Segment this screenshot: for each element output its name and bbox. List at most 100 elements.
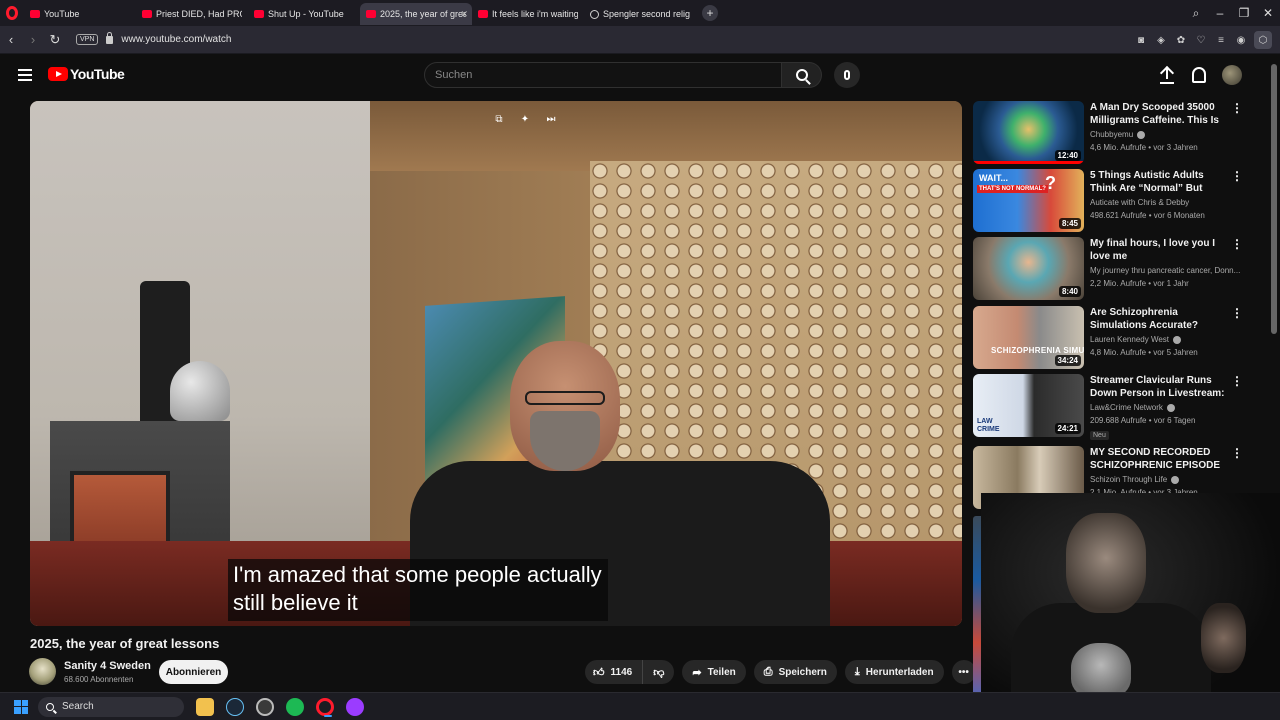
menu-icon[interactable]	[18, 69, 32, 81]
miniplayer-icon[interactable]: ⧉	[492, 112, 506, 126]
recommendation-item[interactable]: SCHIZOPHRENIA SIMULATIC 34:24 Are Schizo…	[973, 306, 1245, 370]
recommendation-title[interactable]: My final hours, I love you I love me	[1090, 237, 1230, 263]
video-player[interactable]: ⧉ ✦ ⏭	[30, 101, 962, 626]
dislike-button[interactable]: 👎︎	[643, 660, 674, 684]
search-box	[424, 62, 822, 88]
share-button[interactable]: ➦ Teilen	[682, 660, 746, 684]
video-thumbnail[interactable]: SCHIZOPHRENIA SIMULATIC 34:24	[973, 306, 1084, 369]
youtube-favicon-icon	[478, 10, 488, 18]
back-arrow-icon[interactable]: ‹	[0, 32, 22, 47]
more-actions-button[interactable]: •••	[951, 660, 976, 684]
recommendation-title[interactable]: 5 Things Autistic Adults Think Are “Norm…	[1090, 169, 1230, 196]
profile-icon[interactable]: ◉	[1234, 35, 1248, 46]
more-vert-icon[interactable]: ⋮	[1231, 170, 1243, 182]
minimize-icon[interactable]: –	[1208, 6, 1232, 20]
more-vert-icon[interactable]: ⋮	[1231, 375, 1243, 387]
tab-1[interactable]: Priest DIED, Had PROFOUN	[136, 3, 248, 25]
search-input[interactable]	[424, 62, 782, 88]
recommendation-item[interactable]: 8:40 My final hours, I love you I love m…	[973, 237, 1245, 301]
recommendation-channel[interactable]: Chubbyemu	[1090, 130, 1240, 139]
video-thumbnail[interactable]: 12:40	[973, 101, 1084, 164]
tab-label: It feels like i'm waiting to	[492, 9, 578, 19]
recommendation-title[interactable]: A Man Dry Scooped 35000 Milligrams Caffe…	[1090, 101, 1230, 128]
more-vert-icon[interactable]: ⋮	[1231, 102, 1243, 114]
speaker-glasses	[525, 391, 605, 405]
channel-label: Law&Crime Network	[1090, 403, 1163, 412]
channel-name[interactable]: Sanity 4 Sweden	[64, 660, 151, 672]
video-thumbnail[interactable]: 8:40	[973, 237, 1084, 300]
shield-icon[interactable]: ◈	[1154, 35, 1168, 46]
list-icon[interactable]: ≡	[1214, 35, 1228, 46]
lock-icon[interactable]	[106, 31, 114, 44]
new-tab-plus-icon[interactable]: +	[702, 5, 718, 21]
video-thumbnail[interactable]: LAW CRIME 24:21	[973, 374, 1084, 437]
vpn-badge[interactable]: VPN	[76, 34, 99, 45]
youtube-favicon-icon	[366, 10, 376, 18]
more-vert-icon[interactable]: ⋮	[1231, 238, 1243, 250]
watch-progress-bar	[973, 161, 1084, 164]
more-vert-icon[interactable]: ⋮	[1231, 307, 1243, 319]
recommendation-item[interactable]: 12:40 A Man Dry Scooped 35000 Milligrams…	[973, 101, 1245, 165]
url-field[interactable]: www.youtube.com/watch	[121, 34, 231, 45]
download-label: Herunterladen	[865, 666, 934, 678]
opera-browser-icon[interactable]	[316, 697, 334, 717]
recommendation-title[interactable]: MY SECOND RECORDED SCHIZOPHRENIC EPISODE	[1090, 446, 1230, 472]
tab-4[interactable]: It feels like i'm waiting to	[472, 3, 584, 25]
youtube-play-icon	[48, 67, 68, 81]
youtube-logo[interactable]: YouTube	[48, 66, 125, 82]
sparkle-icon[interactable]: ✦	[518, 112, 532, 126]
heart-icon[interactable]: ♡	[1194, 35, 1208, 46]
recommendation-channel[interactable]: Schizoin Through Life	[1090, 475, 1240, 484]
upload-icon[interactable]	[1158, 65, 1176, 85]
cube-extension-icon[interactable]: ⬡	[1254, 31, 1272, 49]
account-avatar[interactable]	[1222, 65, 1242, 85]
screen: YouTube Priest DIED, Had PROFOUN Shut Up…	[0, 0, 1280, 720]
video-thumbnail[interactable]: WAIT... THAT'S NOT NORMAL? ? 8:45	[973, 169, 1084, 232]
close-window-icon[interactable]: ✕	[1256, 6, 1280, 20]
notifications-bell-icon[interactable]	[1192, 67, 1206, 83]
like-button[interactable]: 👍︎ 1146	[585, 660, 644, 684]
tab-search-icon[interactable]: ⌕	[1184, 6, 1208, 21]
opera-logo-icon[interactable]	[0, 0, 24, 26]
new-badge: Neu	[1090, 431, 1109, 440]
recommendation-channel[interactable]: My journey thru pancreatic cancer, Donn.…	[1090, 266, 1240, 275]
download-button[interactable]: ⤓ Herunterladen	[844, 660, 944, 684]
file-explorer-icon[interactable]	[196, 697, 214, 716]
recommendation-item[interactable]: LAW CRIME 24:21 Streamer Clavicular Runs…	[973, 374, 1245, 440]
voice-search-button[interactable]	[834, 62, 860, 88]
tab-close-icon[interactable]: ✕	[460, 9, 468, 20]
tab-3-active[interactable]: 2025, the year of great les✕	[360, 3, 472, 25]
browser-tab-strip: YouTube Priest DIED, Had PROFOUN Shut Up…	[0, 0, 1280, 26]
spotify-icon[interactable]	[286, 697, 304, 716]
recommendation-title[interactable]: Are Schizophrenia Simulations Accurate?	[1090, 306, 1230, 332]
save-button[interactable]: ⎙ Speichern	[753, 660, 837, 684]
scrollbar-thumb[interactable]	[1271, 64, 1277, 334]
tab-label: 2025, the year of great les	[380, 9, 466, 19]
camera-icon[interactable]: ◙	[1134, 35, 1148, 46]
extension-icon[interactable]: ✿	[1174, 35, 1188, 46]
recommendation-channel[interactable]: Law&Crime Network	[1090, 403, 1240, 412]
skip-next-icon[interactable]: ⏭	[544, 112, 558, 126]
recommendation-title[interactable]: Streamer Clavicular Runs Down Person in …	[1090, 374, 1230, 401]
reload-icon[interactable]: ↻	[44, 32, 66, 48]
maximize-icon[interactable]: ❐	[1232, 6, 1256, 20]
search-button[interactable]	[782, 62, 822, 88]
more-vert-icon[interactable]: ⋮	[1231, 447, 1243, 459]
obs-icon[interactable]	[256, 697, 274, 716]
verified-check-icon	[1171, 475, 1180, 484]
tab-2[interactable]: Shut Up - YouTube	[248, 3, 360, 25]
windows-start-icon[interactable]	[14, 699, 28, 714]
channel-avatar[interactable]	[29, 658, 56, 685]
purple-app-icon[interactable]	[346, 697, 364, 716]
recommendation-channel[interactable]: Auticate with Chris & Debby	[1090, 198, 1240, 207]
steam-icon[interactable]	[226, 697, 244, 716]
taskbar-search[interactable]: Search	[38, 696, 184, 717]
tab-0[interactable]: YouTube	[24, 3, 136, 25]
taskbar-search-label: Search	[62, 701, 94, 712]
forward-arrow-icon[interactable]: ›	[22, 32, 44, 47]
tab-5[interactable]: Spengler second religious	[584, 3, 696, 25]
subscribe-button[interactable]: Abonnieren	[159, 660, 228, 684]
recommendation-channel[interactable]: Lauren Kennedy West	[1090, 335, 1240, 344]
recommendation-item[interactable]: WAIT... THAT'S NOT NORMAL? ? 8:45 5 Thin…	[973, 169, 1245, 233]
save-label: Speichern	[778, 666, 827, 678]
